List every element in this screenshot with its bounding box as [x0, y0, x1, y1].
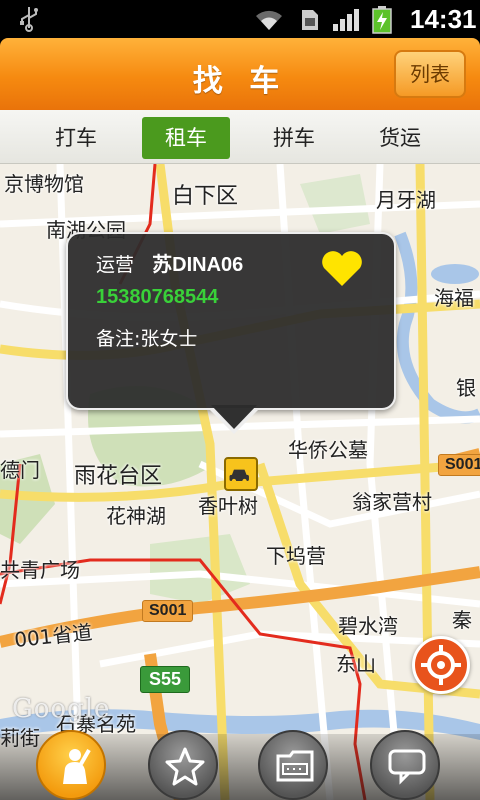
list-button[interactable]: 列表 [394, 50, 466, 98]
map-label-xiangyeshu: 香叶树 [198, 494, 258, 518]
map-label-baixia: 白下区 [172, 184, 239, 209]
popup-pointer [208, 405, 260, 434]
crosshair-icon [421, 645, 461, 685]
message-icon [388, 749, 426, 785]
car-icon [229, 469, 249, 484]
map-label-demen: 德门 [0, 458, 40, 482]
map-label-yuhuatai: 雨花台区 [74, 464, 163, 489]
map-label-yin: 银 [456, 376, 476, 400]
passenger-note: 备注:张女士 [96, 328, 198, 350]
folder-icon [276, 750, 314, 782]
sim-icon [302, 10, 318, 30]
clock: 14:31 [410, 4, 477, 34]
highway-shield-s001: S001 [438, 454, 480, 476]
vehicle-info-popup[interactable]: 运营 苏DINA06 15380768544 备注:张女士 [66, 232, 396, 434]
highway-shield-s55: S55 [140, 666, 191, 693]
tab-taxi[interactable]: 打车 [32, 117, 120, 159]
taxi-marker[interactable] [224, 457, 258, 491]
vehicle-status-line: 运营 苏DINA06 [96, 248, 243, 277]
locate-button[interactable] [412, 636, 470, 694]
map-label-qin: 秦 [452, 608, 472, 632]
category-tabs: 打车 租车 拼车 货运 [0, 110, 480, 164]
tab-freight[interactable]: 货运 [356, 117, 444, 159]
map-label-haifu: 海福 [434, 286, 474, 310]
tab-carpool[interactable]: 拼车 [250, 117, 338, 159]
google-watermark: Google [12, 694, 111, 724]
vehicle-status: 运营 [96, 254, 135, 276]
usb-icon [20, 7, 38, 32]
nav-favorites-button[interactable] [148, 730, 218, 800]
wifi-icon [256, 10, 282, 30]
nav-records-button[interactable] [258, 730, 328, 800]
license-plate: 苏DINA06 [152, 254, 244, 276]
map-label-xiawuying: 下坞营 [266, 544, 326, 568]
phone-number[interactable]: 15380768544 [96, 286, 218, 309]
map-label-qingguangchang: 共青广场 [0, 558, 80, 582]
person-icon [63, 749, 91, 784]
signal-icon [333, 9, 359, 31]
map-label-dongshan: 东山 [336, 652, 376, 676]
map-label-bishuiwan: 碧水湾 [338, 614, 398, 638]
star-icon [165, 747, 205, 786]
nav-person-button[interactable] [36, 730, 106, 800]
battery-charging-icon [372, 6, 392, 34]
tab-rental[interactable]: 租车 [142, 117, 230, 159]
highway-shield-s001: S001 [142, 600, 194, 622]
map-label-yueyahu: 月牙湖 [376, 188, 436, 212]
map-label-wengjiaying: 翁家营村 [352, 490, 432, 514]
nav-messages-button[interactable] [370, 730, 440, 800]
map-label-museum: 京博物馆 [4, 172, 84, 196]
status-bar: 14:31 [0, 0, 480, 38]
map-label-huaqiao-cemetery: 华侨公墓 [288, 438, 368, 462]
map-label-huashenhu: 花神湖 [106, 504, 166, 528]
title-bar: 找 车 列表 [0, 38, 480, 110]
heart-icon[interactable] [320, 248, 364, 288]
